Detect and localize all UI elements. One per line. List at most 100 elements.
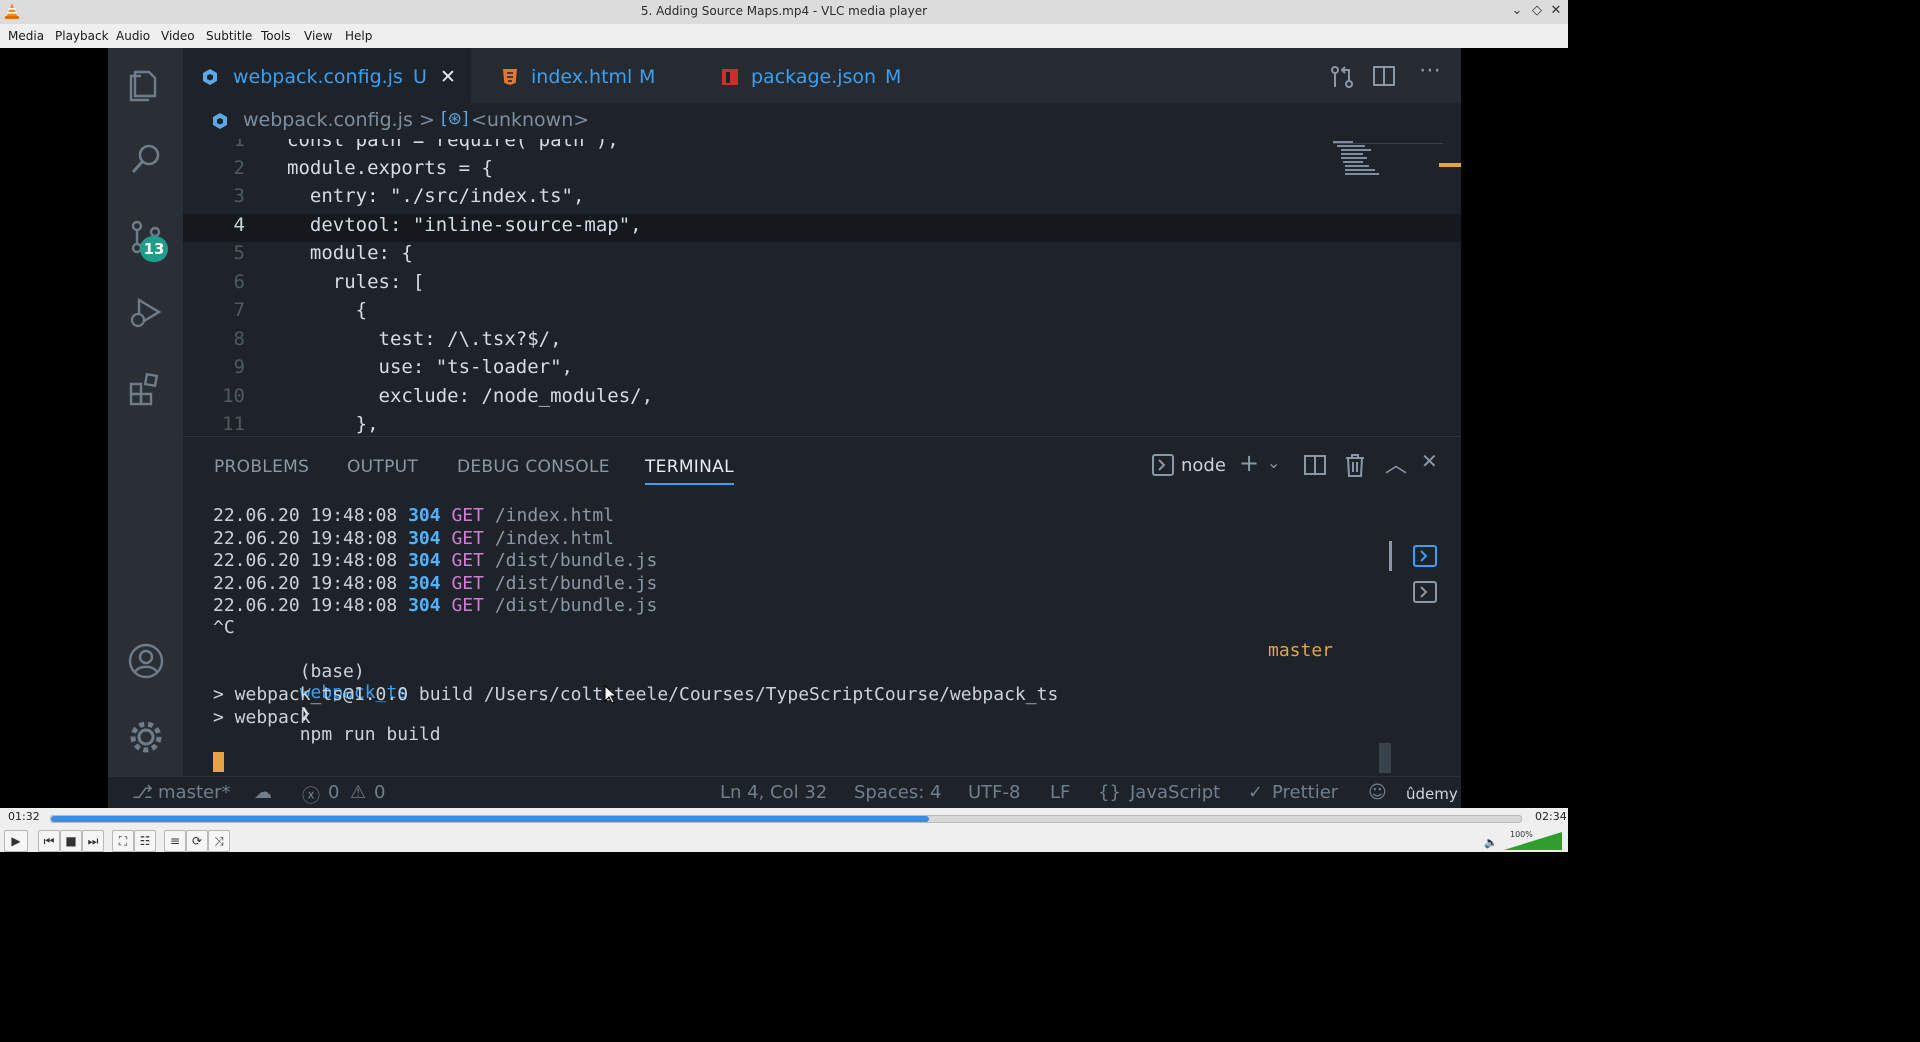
menu-playback[interactable]: Playback	[55, 29, 109, 43]
code-text: rules: [	[287, 271, 425, 293]
terminal-instance-icon[interactable]	[1413, 581, 1437, 603]
new-terminal-icon[interactable]: +	[1239, 449, 1259, 477]
code-line[interactable]: 3 entry: "./src/index.ts",	[183, 185, 1461, 213]
more-actions-icon[interactable]: ⋯	[1419, 58, 1441, 83]
code-line[interactable]: 6 rules: [	[183, 271, 1461, 299]
scrollbar-marker	[1439, 163, 1461, 167]
menu-tools[interactable]: Tools	[261, 29, 291, 43]
line-number: 10	[222, 385, 245, 407]
code-line[interactable]: 9 use: "ts-loader",	[183, 356, 1461, 384]
line-number: 11	[222, 413, 245, 435]
log-time: 19:48:08	[310, 505, 398, 526]
vlc-title-bar: 5. Adding Source Maps.mp4 - VLC media pl…	[0, 0, 1568, 25]
play-button[interactable]: ▶	[4, 830, 28, 852]
loop-button[interactable]: ⟳	[186, 830, 208, 852]
code-line[interactable]: 2 module.exports = {	[183, 157, 1461, 185]
close-window-icon[interactable]: ✕	[1547, 3, 1565, 18]
log-path: /dist/bundle.js	[494, 550, 658, 571]
code-line[interactable]: 1 const path = require('path');	[183, 139, 1461, 157]
code-text: devtool: "inline-source-map",	[287, 214, 642, 236]
error-icon[interactable]: ⓧ	[302, 782, 320, 808]
mouse-pointer-icon	[604, 685, 618, 704]
menu-audio[interactable]: Audio	[116, 29, 150, 43]
seek-bar[interactable]	[50, 815, 1522, 823]
log-date: 22.06.20	[213, 572, 300, 594]
code-line[interactable]: 5 module: {	[183, 242, 1461, 270]
code-line[interactable]: 7 {	[183, 299, 1461, 327]
stop-button[interactable]: ■	[60, 830, 82, 852]
next-button[interactable]: ⏭	[82, 830, 104, 852]
tab-index-html[interactable]: index.html M	[483, 48, 683, 103]
chevron-up-icon[interactable]: ︿	[1385, 447, 1407, 479]
log-method: GET	[451, 527, 484, 549]
status-warnings[interactable]: 0	[374, 782, 385, 803]
status-language[interactable]: JavaScript	[1130, 782, 1220, 803]
tab-terminal[interactable]: TERMINAL	[645, 457, 734, 485]
code-editor[interactable]: 1 const path = require('path'); 2 module.ex…	[183, 139, 1461, 436]
status-formatter[interactable]: Prettier	[1272, 782, 1338, 803]
chevron-down-icon[interactable]: ⌄	[1267, 453, 1280, 472]
playlist-button[interactable]: ≡	[164, 830, 186, 852]
menu-view[interactable]: View	[304, 29, 332, 43]
code-line[interactable]: 8 test: /\.tsx?$/,	[183, 328, 1461, 356]
log-date: 22.06.20	[213, 550, 300, 571]
breadcrumb-file[interactable]: webpack.config.js	[243, 109, 413, 131]
menu-subtitle[interactable]: Subtitle	[206, 29, 252, 43]
close-tab-icon[interactable]: ✕	[440, 66, 456, 88]
tab-package-json[interactable]: package.json M	[703, 48, 923, 103]
minimap[interactable]	[1333, 139, 1453, 199]
settings-gear-icon	[130, 721, 162, 753]
status-cursor-position[interactable]: Ln 4, Col 32	[720, 782, 827, 803]
trash-icon[interactable]	[1343, 452, 1367, 478]
speaker-icon[interactable]: 🔈	[1484, 836, 1498, 849]
status-errors[interactable]: 0	[328, 782, 339, 803]
status-branch[interactable]: master*	[158, 782, 230, 803]
terminal-cursor	[213, 752, 224, 772]
warning-icon[interactable]: ⚠	[350, 782, 366, 803]
status-encoding[interactable]: UTF-8	[968, 782, 1020, 803]
fullscreen-button[interactable]: ⛶	[112, 830, 134, 852]
menu-video[interactable]: Video	[161, 29, 195, 43]
html-file-icon	[503, 69, 517, 85]
feedback-icon[interactable]: ☺	[1368, 782, 1387, 803]
split-terminal-icon[interactable]	[1303, 453, 1327, 477]
log-method: GET	[451, 595, 484, 616]
tab-debug-console[interactable]: DEBUG CONSOLE	[457, 457, 610, 477]
tab-output[interactable]: OUTPUT	[347, 457, 418, 477]
tab-problems[interactable]: PROBLEMS	[214, 457, 309, 477]
terminal-log-line: 22.06.20 19:48:08 304 GET /dist/bundle.j…	[213, 595, 657, 617]
minimize-icon[interactable]: ⌄	[1508, 3, 1526, 18]
code-text: use: "ts-loader",	[287, 356, 573, 378]
git-branch-icon[interactable]: ⎇	[132, 782, 153, 803]
extended-settings-button[interactable]: ☷	[134, 830, 156, 852]
terminal-shell-select[interactable]: node	[1181, 455, 1226, 476]
terminal-instance-icon[interactable]	[1413, 545, 1437, 567]
log-method: GET	[451, 550, 484, 571]
shuffle-button[interactable]: ⤨	[208, 830, 230, 852]
code-line[interactable]: 10 exclude: /node_modules/,	[183, 385, 1461, 413]
line-number: 1	[233, 139, 245, 151]
volume-slider[interactable]	[1504, 832, 1562, 850]
previous-button[interactable]: ⏮	[38, 830, 60, 852]
terminal-scrollbar[interactable]	[1379, 743, 1391, 773]
status-indentation[interactable]: Spaces: 4	[854, 782, 941, 803]
tab-webpack-config[interactable]: webpack.config.js U ✕	[183, 48, 471, 106]
menu-help[interactable]: Help	[345, 29, 372, 43]
close-panel-icon[interactable]: ✕	[1421, 449, 1438, 473]
split-editor-icon[interactable]	[1372, 64, 1396, 88]
menu-media[interactable]: Media	[8, 29, 44, 43]
breadcrumb-symbol[interactable]: <unknown>	[471, 109, 589, 131]
code-line[interactable]: 4 devtool: "inline-source-map",	[183, 214, 1461, 242]
check-icon: ✓	[1248, 782, 1264, 803]
terminal-icon	[1152, 454, 1174, 476]
tab-label: webpack.config.js	[233, 66, 403, 88]
open-changes-icon[interactable]	[1329, 64, 1355, 90]
maximize-icon[interactable]: ◇	[1528, 3, 1546, 18]
seek-progress	[51, 816, 929, 822]
log-time: 19:48:08	[310, 595, 398, 616]
line-number: 6	[233, 271, 245, 293]
code-line[interactable]: 11 },	[183, 413, 1461, 436]
status-eol[interactable]: LF	[1050, 782, 1070, 803]
sync-icon[interactable]: ☁	[254, 782, 272, 803]
total-time: 02:34	[1535, 810, 1567, 823]
